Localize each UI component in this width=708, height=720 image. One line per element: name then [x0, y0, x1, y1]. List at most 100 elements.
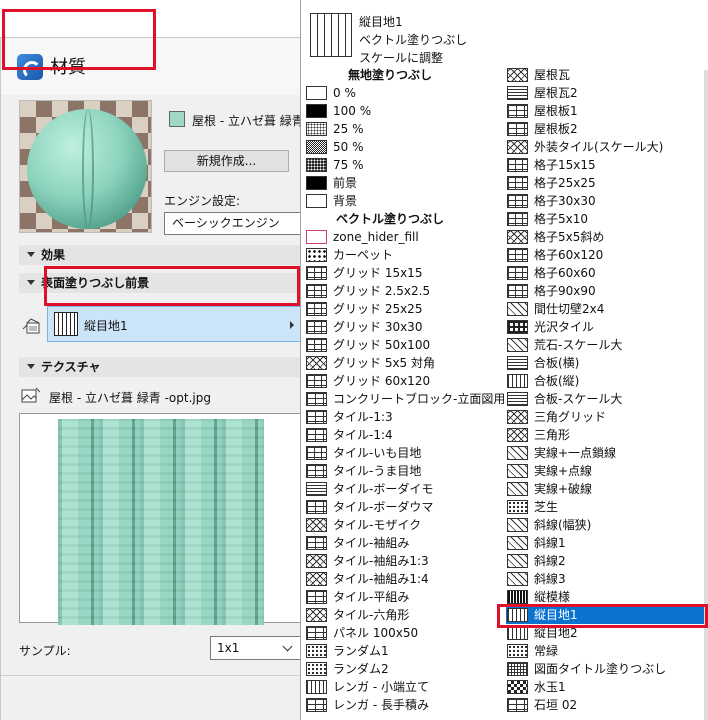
- pattern-list-item[interactable]: 斜線2: [506, 552, 706, 570]
- list-group-header: 無地塗りつぶし: [305, 66, 475, 84]
- pattern-swatch-icon: [306, 392, 327, 406]
- pattern-list-item[interactable]: 三角形: [506, 426, 706, 444]
- pattern-label: 斜線1: [534, 536, 566, 550]
- pattern-label: タイル-ボーダイモ: [333, 482, 434, 496]
- pattern-swatch-icon: [306, 680, 327, 694]
- pattern-list-item[interactable]: 格子60x60: [506, 264, 706, 282]
- pattern-swatch-icon: [507, 212, 528, 226]
- pattern-list-item[interactable]: 斜線3: [506, 570, 706, 588]
- section-effects[interactable]: 効果: [19, 245, 301, 265]
- pattern-list-item[interactable]: 荒石-スケール大: [506, 336, 706, 354]
- pattern-list-item[interactable]: 実線+点線: [506, 462, 706, 480]
- pattern-list-item[interactable]: 屋根板1: [506, 102, 706, 120]
- pattern-list-item[interactable]: タイル-袖組み: [305, 534, 505, 552]
- pattern-list-item[interactable]: 光沢タイル: [506, 318, 706, 336]
- pattern-list-item[interactable]: 屋根瓦: [506, 66, 706, 84]
- pattern-list-item[interactable]: 常緑: [506, 642, 706, 660]
- surface-fill-select[interactable]: 縦目地1: [47, 306, 301, 342]
- pattern-list-item[interactable]: タイル-ボーダイモ: [305, 480, 505, 498]
- pattern-list-item[interactable]: パネル 100x50: [305, 624, 505, 642]
- pattern-label: 75 %: [333, 158, 364, 172]
- pattern-label: 格子90x90: [534, 284, 596, 298]
- pattern-list-item[interactable]: 合板(縦): [506, 372, 706, 390]
- pattern-list-item[interactable]: 実線+一点鎖線: [506, 444, 706, 462]
- pattern-list-item[interactable]: 外装タイル(スケール大): [506, 138, 706, 156]
- engine-select[interactable]: ベーシックエンジン: [164, 212, 304, 235]
- new-material-button[interactable]: 新規作成...: [164, 150, 289, 172]
- pattern-label: 格子5x5斜め: [534, 230, 605, 244]
- pattern-swatch-icon: [507, 338, 528, 352]
- pattern-list-item[interactable]: グリッド 50x100: [305, 336, 505, 354]
- pattern-swatch-icon: [507, 662, 528, 676]
- pattern-list-item[interactable]: 屋根瓦2: [506, 84, 706, 102]
- material-color-swatch[interactable]: [169, 111, 185, 127]
- pattern-label: 三角形: [534, 428, 571, 442]
- pattern-list-item[interactable]: 格子90x90: [506, 282, 706, 300]
- pattern-list-item[interactable]: 石垣 02: [506, 696, 706, 714]
- pattern-swatch-icon: [306, 608, 327, 622]
- pattern-label: 屋根瓦2: [534, 86, 578, 100]
- pattern-list-item[interactable]: タイル-1:3: [305, 408, 505, 426]
- material-name: 屋根 - 立ハゼ葺 緑青: [192, 114, 300, 128]
- pattern-list-item[interactable]: 実線+破線: [506, 480, 706, 498]
- pattern-list-item[interactable]: 斜線(幅狭): [506, 516, 706, 534]
- pattern-list-item[interactable]: 格子5x10: [506, 210, 706, 228]
- pattern-list-item[interactable]: タイル-うま目地: [305, 462, 505, 480]
- pattern-swatch-icon: [507, 464, 528, 478]
- pattern-list-item[interactable]: 合板(横): [506, 354, 706, 372]
- pattern-list-item[interactable]: 格子5x5斜め: [506, 228, 706, 246]
- pattern-list-item[interactable]: 50 %: [305, 138, 505, 156]
- pattern-list-item[interactable]: 格子15x15: [506, 156, 706, 174]
- sample-select[interactable]: 1x1: [210, 636, 302, 660]
- pattern-list-item[interactable]: 間仕切壁2x4: [506, 300, 706, 318]
- pattern-list-item[interactable]: 図面タイトル塗りつぶし: [506, 660, 706, 678]
- pattern-list-item[interactable]: zone_hider_fill: [305, 228, 505, 246]
- pattern-label: 50 %: [333, 140, 364, 154]
- section-texture[interactable]: テクスチャ: [19, 357, 301, 377]
- pattern-list-item[interactable]: 100 %: [305, 102, 505, 120]
- pattern-list-item[interactable]: 屋根板2: [506, 120, 706, 138]
- pattern-list-item[interactable]: カーペット: [305, 246, 505, 264]
- pattern-list-item[interactable]: グリッド 30x30: [305, 318, 505, 336]
- pattern-list-item[interactable]: 合板-スケール大: [506, 390, 706, 408]
- pattern-list-item[interactable]: グリッド 15x15: [305, 264, 505, 282]
- pattern-swatch-icon: [507, 626, 528, 640]
- pattern-list-item[interactable]: 芝生: [506, 498, 706, 516]
- pattern-list-item[interactable]: ランダム1: [305, 642, 505, 660]
- pattern-list-item[interactable]: タイル-モザイク: [305, 516, 505, 534]
- pattern-list-item[interactable]: タイル-1:4: [305, 426, 505, 444]
- pattern-list-item[interactable]: 格子25x25: [506, 174, 706, 192]
- pattern-label: 荒石-スケール大: [534, 338, 623, 352]
- pattern-list-item[interactable]: グリッド 5x5 対角: [305, 354, 505, 372]
- pattern-list-item[interactable]: 格子60x120: [506, 246, 706, 264]
- pattern-list-left: 無地塗りつぶし 0 % 100 % 25 % 50 % 75 % 前景 背景 ベクトル塗りつぶし…: [305, 66, 505, 714]
- pattern-list-item[interactable]: ランダム2: [305, 660, 505, 678]
- pattern-list-item[interactable]: 背景: [305, 192, 505, 210]
- pattern-list-item[interactable]: タイル-六角形: [305, 606, 505, 624]
- pattern-list-item[interactable]: 0 %: [305, 84, 505, 102]
- pattern-list-item[interactable]: 水玉1: [506, 678, 706, 696]
- pattern-list-item[interactable]: タイル-平組み: [305, 588, 505, 606]
- pattern-swatch-icon: [306, 176, 327, 190]
- pattern-swatch-icon: [306, 140, 327, 154]
- pattern-list-item[interactable]: タイル-ボーダウマ: [305, 498, 505, 516]
- pattern-label: タイル-1:4: [333, 428, 393, 442]
- pattern-list-item[interactable]: 三角グリッド: [506, 408, 706, 426]
- pattern-list-item[interactable]: グリッド 25x25: [305, 300, 505, 318]
- pattern-list-item[interactable]: グリッド 60x120: [305, 372, 505, 390]
- pattern-list-item[interactable]: タイル-いも目地: [305, 444, 505, 462]
- texture-file-icon: [21, 387, 41, 403]
- pattern-list-item[interactable]: タイル-袖組み1:3: [305, 552, 505, 570]
- pattern-swatch-icon: [306, 518, 327, 532]
- pattern-list-item[interactable]: 25 %: [305, 120, 505, 138]
- pattern-list-item[interactable]: グリッド 2.5x2.5: [305, 282, 505, 300]
- pattern-list-item[interactable]: レンガ - 小端立て: [305, 678, 505, 696]
- pattern-list-item[interactable]: タイル-袖組み1:4: [305, 570, 505, 588]
- pattern-list-item[interactable]: 75 %: [305, 156, 505, 174]
- pattern-list-item[interactable]: 前景: [305, 174, 505, 192]
- pattern-list-item[interactable]: 格子30x30: [506, 192, 706, 210]
- pattern-list-item[interactable]: 斜線1: [506, 534, 706, 552]
- pattern-list-item[interactable]: レンガ - 長手積み: [305, 696, 505, 714]
- pattern-list-item[interactable]: コンクリートブロック-立面図用: [305, 390, 505, 408]
- pattern-label: 常緑: [534, 644, 559, 658]
